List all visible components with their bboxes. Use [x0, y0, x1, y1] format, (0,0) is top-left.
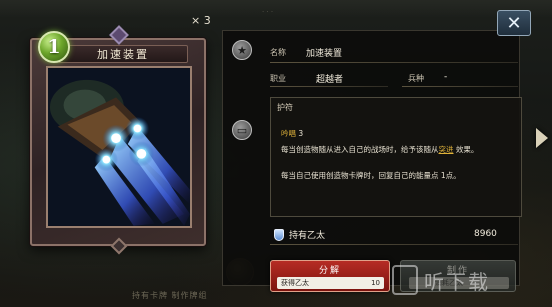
watermark-logo-icon [392, 265, 418, 295]
divider [270, 86, 388, 87]
dismantle-reward-label: 获得乙太 [281, 279, 309, 287]
class-label: 职业 [270, 74, 286, 83]
divider [270, 244, 518, 245]
effect-line: 每当自己使用创造物卡牌时，回复自己的能量点 1点。 [281, 171, 461, 180]
divider [270, 62, 518, 63]
card-title: 加速装置 [97, 48, 149, 61]
background-top-text: · · · [262, 8, 274, 16]
watermark: 听下载 [392, 262, 552, 298]
close-button[interactable]: ✕ [497, 10, 531, 36]
name-value: 加速装置 [306, 49, 343, 59]
effect-line: 吟唱 3 [281, 129, 304, 138]
dismantle-label: 分解 [318, 266, 341, 276]
name-label: 名称 [270, 48, 286, 57]
dismantle-reward-value: 10 [371, 279, 380, 287]
ether-icon [274, 228, 284, 241]
close-icon: ✕ [506, 12, 522, 34]
card-frame: 加速装置 [30, 25, 206, 255]
star-icon[interactable]: ★ [232, 40, 252, 60]
type-label: 兵种 [408, 74, 424, 83]
background-bottom-text: 持有卡牌 制作牌组 [132, 291, 208, 300]
effect-line: 每当创造物随从进入自己的战场时，给予该随从突进 效果。 [281, 145, 479, 154]
rocket-booster-art [48, 68, 190, 226]
watermark-text: 听下载 [424, 269, 490, 294]
dismantle-button[interactable]: 分解 获得乙太 10 [270, 260, 390, 292]
divider [402, 86, 518, 87]
ether-label: 持有乙太 [289, 231, 326, 241]
background-top-strip [0, 0, 552, 18]
effect-heading: 护符 [277, 103, 293, 112]
dismantle-reward: 获得乙太 10 [277, 277, 384, 289]
card-artwork [46, 66, 192, 228]
card-title-bar: 加速装置 [58, 45, 188, 63]
card-cost: 1 [47, 36, 61, 58]
amulet-icon: ▭ [232, 120, 252, 140]
type-value: - [444, 72, 448, 82]
class-value: 超越者 [316, 75, 344, 85]
cost-gem: 1 [38, 31, 70, 63]
effect-box: 护符 吟唱 3 每当创造物随从进入自己的战场时，给予该随从突进 效果。 每当自己… [270, 97, 522, 217]
keyword-rush[interactable]: 突进 [439, 145, 454, 154]
card-count: × 3 [191, 14, 211, 27]
ether-row: 持有乙太 [274, 228, 325, 241]
ether-value: 8960 [474, 229, 497, 239]
next-arrow-icon[interactable] [536, 128, 548, 148]
keyword-chant[interactable]: 吟唱 [281, 129, 296, 138]
